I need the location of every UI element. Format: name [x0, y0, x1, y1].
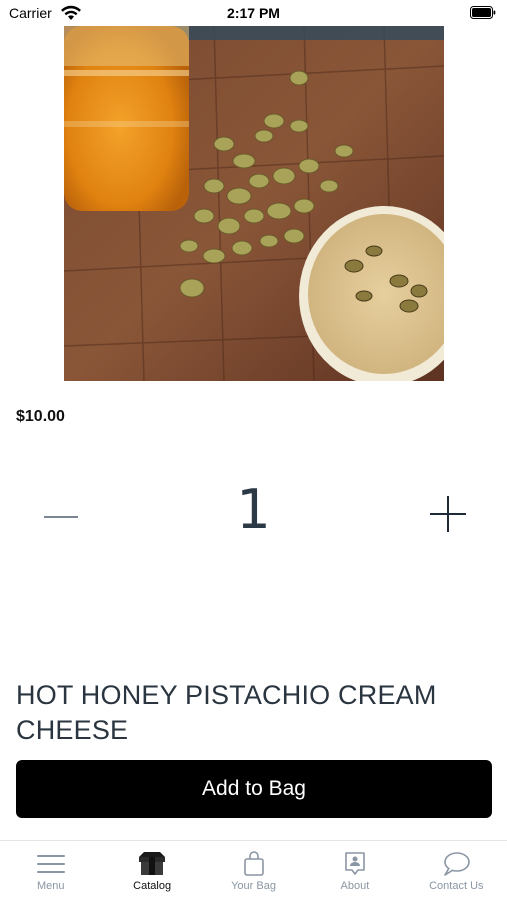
- chat-bubble-icon: [444, 852, 471, 876]
- product-photo: [64, 26, 444, 381]
- tab-bar: Menu Catalog Your Bag About Contact Us: [0, 840, 507, 900]
- add-to-bag-button[interactable]: Add to Bag: [16, 760, 492, 818]
- tab-catalog[interactable]: Catalog: [101, 841, 202, 900]
- status-bar: Carrier 2:17 PM: [0, 0, 507, 26]
- tab-about[interactable]: About: [304, 841, 405, 900]
- tab-label-your-bag: Your Bag: [231, 880, 276, 892]
- tab-label-about: About: [340, 880, 370, 892]
- tab-label-catalog: Catalog: [133, 880, 172, 892]
- product-detail-screen: Carrier 2:17 PM $10.00 1 HOT HONEY PISTA…: [0, 0, 507, 900]
- clock: 2:17 PM: [227, 5, 280, 21]
- catalog-box-icon: [139, 852, 166, 875]
- about-badge-icon: [345, 852, 365, 875]
- shopping-bag-icon: [243, 851, 264, 876]
- increase-quantity-button[interactable]: [428, 494, 468, 534]
- product-title: HOT HONEY PISTACHIO CREAM CHEESE: [16, 680, 437, 745]
- menu-icon: [36, 855, 65, 873]
- tab-your-bag[interactable]: Your Bag: [203, 841, 304, 900]
- tab-label-contact-us: Contact Us: [429, 880, 484, 892]
- product-image: [64, 26, 444, 381]
- tab-label-menu: Menu: [36, 880, 65, 892]
- product-price: $10.00: [16, 408, 65, 425]
- quantity-stepper: 1: [0, 470, 507, 560]
- tab-contact-us[interactable]: Contact Us: [406, 841, 507, 900]
- battery-icon: [470, 6, 496, 19]
- tab-menu[interactable]: Menu: [0, 841, 101, 900]
